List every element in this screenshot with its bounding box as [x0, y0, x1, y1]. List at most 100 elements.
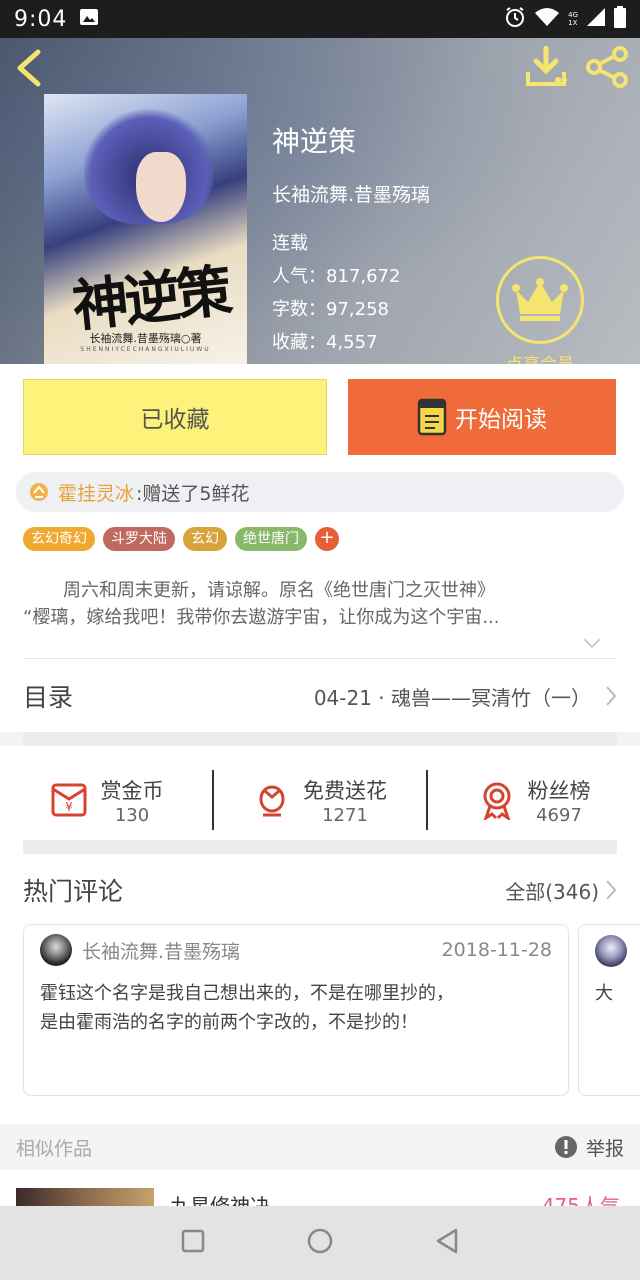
- flower-gift-icon: [30, 483, 48, 501]
- flower-icon: [259, 785, 285, 817]
- expand-synopsis-button[interactable]: [582, 634, 602, 653]
- battery-icon: [614, 6, 626, 32]
- synopsis-line-1: 周六和周末更新，请谅解。原名《绝世唐门之灭世神》: [63, 580, 495, 601]
- similar-works-header: 相似作品 举报: [0, 1124, 640, 1170]
- book-title: 神逆策: [272, 125, 357, 158]
- fan-ranking-button[interactable]: 粉丝榜 4697: [428, 770, 640, 830]
- comment-card[interactable]: 长袖流舞.昔墨殇璃 2018-11-28 霍钰这个名字是我自己想出来的，不是在哪…: [23, 924, 569, 1096]
- book-info: 神逆策 长袖流舞.昔墨殇璃 连载 人气：817,672 字数：97,258 收藏…: [272, 120, 430, 359]
- network-type-bottom: 1X: [568, 19, 578, 27]
- system-nav-bar: [0, 1206, 640, 1280]
- comment-line-2: 是由霍雨浩的名字的前两个字改的，不是抄的！: [40, 1012, 418, 1033]
- network-type-top: 4G: [568, 11, 578, 19]
- red-envelope-icon: ¥: [51, 783, 86, 817]
- gift-user: 霍挂灵冰: [58, 482, 135, 505]
- comments-label: 热门评论: [23, 877, 124, 906]
- reward-coins-title: 赏金币: [100, 778, 164, 803]
- book-header: 神逆策 长袖流舞.昔墨殇璃○著 SHENNIYCECHANGXIULIUWU 神…: [0, 38, 640, 364]
- word-count-value: 97,258: [326, 299, 389, 320]
- add-tag-button[interactable]: +: [315, 527, 339, 551]
- hot-comments: 热门评论 全部(346) 长袖流舞.昔墨殇璃 2018-11-28 霍钰这个名字…: [0, 854, 640, 1124]
- catalog-label: 目录: [23, 683, 74, 712]
- latest-chapter-title: 04-21 · 魂兽——冥清竹（一）: [313, 685, 591, 710]
- signal-icon: [586, 7, 606, 31]
- section-gap: [23, 840, 617, 854]
- home-button[interactable]: [306, 1227, 334, 1259]
- synopsis[interactable]: 周六和周末更新，请谅解。原名《绝世唐门之灭世神》 “樱璃，嫁给我吧！我带你去遨游…: [23, 577, 617, 631]
- recent-apps-button[interactable]: [180, 1228, 206, 1258]
- fan-ranking-count: 4697: [536, 804, 582, 826]
- network-type: 4G 1X: [568, 11, 578, 27]
- book-icon: [417, 398, 447, 436]
- cover-author: 长袖流舞.昔墨殇璃○著: [89, 332, 202, 345]
- book-popularity: 人气：817,672: [272, 260, 430, 293]
- tag-item[interactable]: 玄幻: [183, 527, 227, 551]
- fan-ranking-title: 粉丝榜: [527, 778, 591, 803]
- comment-text: 霍钰这个名字是我自己想出来的，不是在哪里抄的， 是由霍雨浩的名字的前两个字改的，…: [40, 979, 552, 1037]
- nav-back-button[interactable]: [434, 1227, 460, 1259]
- back-button[interactable]: [14, 48, 44, 92]
- square-icon: [181, 1229, 205, 1253]
- tag-item[interactable]: 玄幻奇幻: [23, 527, 95, 551]
- wifi-icon: [534, 7, 560, 31]
- report-button[interactable]: 举报: [554, 1134, 624, 1161]
- report-label: 举报: [585, 1137, 624, 1160]
- tag-item[interactable]: 绝世唐门: [235, 527, 307, 551]
- comment-meta: 长袖流舞.昔墨殇璃 2018-11-28: [40, 934, 552, 966]
- similar-work-item[interactable]: 九星修神决 475人气: [0, 1170, 640, 1210]
- popularity-value: 817,672: [326, 266, 401, 287]
- cover-title: 神逆策: [69, 258, 232, 340]
- status-time: 9:04: [14, 6, 68, 32]
- download-icon: [526, 45, 567, 86]
- favorites-value: 4,557: [326, 332, 378, 353]
- cover-pinyin: SHENNIYCECHANGXIULIUWU: [80, 346, 211, 353]
- free-flowers-title: 免费送花: [303, 778, 387, 803]
- collected-button[interactable]: 已收藏: [23, 379, 327, 455]
- avatar[interactable]: [40, 934, 72, 966]
- tag-item[interactable]: 斗罗大陆: [103, 527, 175, 551]
- gift-message: :赠送了5鲜花: [136, 482, 250, 505]
- cover-art-face: [136, 152, 186, 222]
- gallery-notification-icon: [79, 7, 99, 31]
- section-gap: [23, 732, 617, 746]
- book-cover[interactable]: 神逆策 长袖流舞.昔墨殇璃○著 SHENNIYCECHANGXIULIUWU: [44, 94, 247, 364]
- circle-icon: [307, 1228, 333, 1254]
- comment-text: 大: [595, 983, 613, 1004]
- similar-works-label: 相似作品: [16, 1137, 93, 1160]
- all-comments-label: 全部(346): [505, 879, 599, 904]
- share-icon: [586, 46, 628, 88]
- comment-card[interactable]: 大: [578, 924, 640, 1096]
- comment-user[interactable]: 长袖流舞.昔墨殇璃: [82, 937, 240, 964]
- free-flowers-button[interactable]: 免费送花 1271: [214, 770, 426, 830]
- chevron-down-icon: [583, 638, 601, 649]
- start-reading-label: 开始阅读: [455, 407, 547, 433]
- all-comments-link[interactable]: 全部(346): [505, 876, 617, 905]
- vip-label: 点亮会员: [492, 350, 588, 364]
- share-button[interactable]: [586, 46, 630, 92]
- reward-coins-count: 130: [114, 804, 150, 826]
- catalog-row[interactable]: 目录 04-21 · 魂兽——冥清竹（一）: [0, 660, 640, 732]
- book-word-count: 字数：97,258: [272, 293, 430, 326]
- word-count-label: 字数：: [272, 299, 326, 320]
- favorites-label: 收藏：: [272, 332, 326, 353]
- comments-header: 热门评论 全部(346): [23, 872, 617, 908]
- download-button[interactable]: [524, 45, 568, 92]
- svg-text:¥: ¥: [65, 800, 73, 814]
- book-author[interactable]: 长袖流舞.昔墨殇璃: [272, 180, 430, 207]
- status-bar: 9:04 4G 1X: [0, 0, 640, 38]
- gift-notice[interactable]: 霍挂灵冰 :赠送了5鲜花: [16, 472, 624, 512]
- book-status: 连载: [272, 233, 308, 254]
- avatar[interactable]: [595, 935, 627, 967]
- stats-row: ¥ 赏金币 130 免费送花 1271 粉丝榜 4697: [0, 746, 640, 854]
- free-flowers-count: 1271: [322, 804, 368, 826]
- chevron-right-icon: [606, 686, 617, 706]
- comment-meta: [595, 935, 640, 967]
- vip-membership-button[interactable]: 点亮会员: [492, 256, 588, 364]
- action-bar: 已收藏 开始阅读: [0, 364, 640, 470]
- reward-coins-button[interactable]: ¥ 赏金币 130: [0, 770, 212, 830]
- comment-date: 2018-11-28: [441, 939, 552, 961]
- vip-ring: [496, 256, 584, 344]
- start-reading-button[interactable]: 开始阅读: [348, 379, 616, 455]
- medal-icon: [483, 782, 510, 820]
- chevron-right-icon: [606, 880, 617, 900]
